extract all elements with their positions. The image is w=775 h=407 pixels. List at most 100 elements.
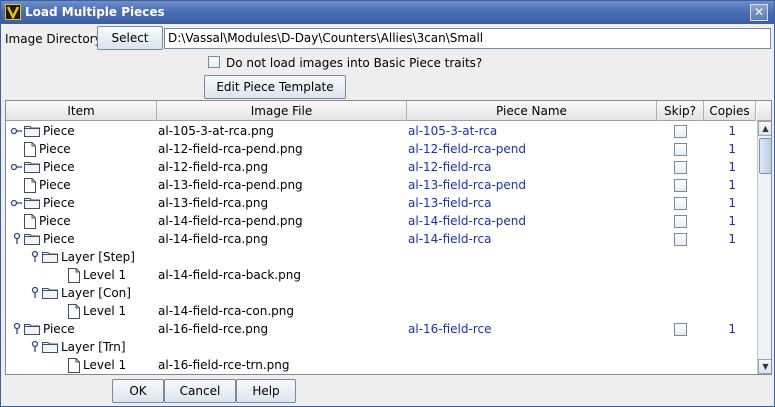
image-file-cell[interactable]: al-16-field-rce-trn.png xyxy=(158,356,290,374)
expanded-handle-icon[interactable] xyxy=(10,320,24,338)
copies-cell[interactable] xyxy=(706,266,736,284)
item-cell[interactable]: Layer [Trn] xyxy=(28,338,126,356)
collapsed-handle-icon[interactable] xyxy=(10,194,24,212)
copies-cell[interactable]: 1 xyxy=(706,122,736,140)
image-file-cell[interactable]: al-16-field-rce.png xyxy=(158,320,268,338)
edit-piece-template-button[interactable]: Edit Piece Template xyxy=(204,75,346,99)
copies-cell[interactable]: 1 xyxy=(706,176,736,194)
skip-checkbox[interactable] xyxy=(674,323,687,336)
expanded-handle-icon[interactable] xyxy=(28,338,42,356)
image-directory-field[interactable]: D:\Vassal\Modules\D-Day\Counters\Allies\… xyxy=(164,28,771,49)
item-cell[interactable]: Level 1 xyxy=(54,266,126,284)
scroll-up-icon[interactable]: ▲ xyxy=(758,121,771,136)
help-button[interactable]: Help xyxy=(236,379,296,403)
image-file-cell[interactable]: al-105-3-at-rca.png xyxy=(158,122,274,140)
close-icon[interactable]: ✕ xyxy=(750,4,768,21)
image-file-cell[interactable]: al-14-field-rca.png xyxy=(158,230,268,248)
copies-cell[interactable] xyxy=(706,338,736,356)
table-row[interactable]: Piece al-12-field-rca.png al-12-field-rca 1 xyxy=(6,158,756,176)
skip-checkbox[interactable] xyxy=(674,197,687,210)
file-icon xyxy=(68,267,80,283)
item-cell[interactable]: Piece xyxy=(10,176,71,194)
table-row[interactable]: Piece al-13-field-rca-pend.png al-13-field… xyxy=(6,176,756,194)
table-row[interactable]: Layer [Con] xyxy=(6,284,756,302)
collapsed-handle-icon[interactable] xyxy=(10,158,24,176)
cancel-button[interactable]: Cancel xyxy=(164,379,236,403)
table-row[interactable]: Level 1 al-16-field-rce-trn.png xyxy=(6,356,756,374)
expanded-handle-icon[interactable] xyxy=(28,248,42,266)
select-directory-button[interactable]: Select xyxy=(97,26,163,50)
table-row[interactable]: Layer [Step] xyxy=(6,248,756,266)
pieces-table[interactable]: Item Image File Piece Name Skip? Copies … xyxy=(5,100,772,375)
table-row[interactable]: Layer [Trn] xyxy=(6,338,756,356)
image-file-cell[interactable]: al-13-field-rca.png xyxy=(158,194,268,212)
column-header-image-file[interactable]: Image File xyxy=(157,101,407,121)
copies-cell[interactable]: 1 xyxy=(706,212,736,230)
collapsed-handle-icon[interactable] xyxy=(10,122,24,140)
skip-checkbox[interactable] xyxy=(674,215,687,228)
copies-cell[interactable] xyxy=(706,284,736,302)
table-row[interactable]: Level 1 al-14-field-rca-con.png xyxy=(6,302,756,320)
copies-cell[interactable] xyxy=(706,248,736,266)
skip-checkbox[interactable] xyxy=(674,125,687,138)
piece-name-cell[interactable]: al-105-3-at-rca xyxy=(408,122,497,140)
item-cell[interactable]: Piece xyxy=(10,230,75,248)
item-cell[interactable]: Layer [Con] xyxy=(28,284,131,302)
image-file-cell[interactable]: al-12-field-rca-pend.png xyxy=(158,140,303,158)
copies-cell[interactable]: 1 xyxy=(706,320,736,338)
skip-checkbox[interactable] xyxy=(674,161,687,174)
item-cell[interactable]: Piece xyxy=(10,122,75,140)
item-cell[interactable]: Piece xyxy=(10,158,75,176)
item-cell[interactable]: Piece xyxy=(10,212,71,230)
expanded-handle-icon[interactable] xyxy=(28,284,42,302)
piece-name-cell[interactable]: al-12-field-rca-pend xyxy=(408,140,526,158)
item-cell[interactable]: Piece xyxy=(10,320,75,338)
table-row[interactable]: Piece al-13-field-rca.png al-13-field-rca 1 xyxy=(6,194,756,212)
column-header-item[interactable]: Item xyxy=(6,101,157,121)
no-basic-piece-checkbox[interactable] xyxy=(208,56,220,68)
ok-button[interactable]: OK xyxy=(112,379,164,403)
table-row[interactable]: Piece al-16-field-rce.png al-16-field-rce 1 xyxy=(6,320,756,338)
item-cell[interactable]: Level 1 xyxy=(54,302,126,320)
expanded-handle-icon[interactable] xyxy=(10,230,24,248)
copies-cell[interactable] xyxy=(706,356,736,374)
scroll-thumb[interactable] xyxy=(759,138,771,174)
copies-cell[interactable]: 1 xyxy=(706,230,736,248)
item-label: Piece xyxy=(43,232,75,246)
item-cell[interactable]: Level 1 xyxy=(54,356,126,374)
copies-cell[interactable]: 1 xyxy=(706,140,736,158)
table-row[interactable]: Piece al-14-field-rca-pend.png al-14-field… xyxy=(6,212,756,230)
table-row[interactable]: Level 1 al-14-field-rca-back.png xyxy=(6,266,756,284)
copies-cell[interactable]: 1 xyxy=(706,158,736,176)
table-row[interactable]: Piece al-105-3-at-rca.png al-105-3-at-rca 1 xyxy=(6,122,756,140)
column-header-skip[interactable]: Skip? xyxy=(657,101,704,121)
image-file-cell[interactable]: al-13-field-rca-pend.png xyxy=(158,176,303,194)
piece-name-cell[interactable]: al-13-field-rca xyxy=(408,194,491,212)
piece-name-cell[interactable]: al-14-field-rca-pend xyxy=(408,212,526,230)
piece-name-cell[interactable]: al-12-field-rca xyxy=(408,158,491,176)
piece-name-cell[interactable]: al-16-field-rce xyxy=(408,320,492,338)
table-row[interactable]: Piece al-12-field-rca-pend.png al-12-field… xyxy=(6,140,756,158)
item-cell[interactable]: Layer [Step] xyxy=(28,248,135,266)
column-header-piece-name[interactable]: Piece Name xyxy=(407,101,657,121)
vertical-scrollbar[interactable]: ▲ ▼ xyxy=(757,121,771,374)
item-cell[interactable]: Piece xyxy=(10,140,71,158)
image-file-cell[interactable]: al-14-field-rca-pend.png xyxy=(158,212,303,230)
skip-checkbox[interactable] xyxy=(674,179,687,192)
copies-cell[interactable]: 1 xyxy=(706,194,736,212)
image-file-cell[interactable]: al-14-field-rca-back.png xyxy=(158,266,301,284)
title-bar[interactable]: Load Multiple Pieces ✕ xyxy=(1,1,774,24)
item-cell[interactable]: Piece xyxy=(10,194,75,212)
header-corner xyxy=(757,101,771,121)
scroll-down-icon[interactable]: ▼ xyxy=(758,359,771,374)
image-file-cell[interactable]: al-12-field-rca.png xyxy=(158,158,268,176)
piece-name-cell[interactable]: al-13-field-rca-pend xyxy=(408,176,526,194)
skip-checkbox[interactable] xyxy=(674,143,687,156)
skip-checkbox[interactable] xyxy=(674,233,687,246)
piece-name-cell[interactable]: al-14-field-rca xyxy=(408,230,491,248)
column-header-copies[interactable]: Copies xyxy=(704,101,756,121)
copies-cell[interactable] xyxy=(706,302,736,320)
table-row[interactable]: Piece al-14-field-rca.png al-14-field-rca 1 xyxy=(6,230,756,248)
image-file-cell[interactable]: al-14-field-rca-con.png xyxy=(158,302,294,320)
